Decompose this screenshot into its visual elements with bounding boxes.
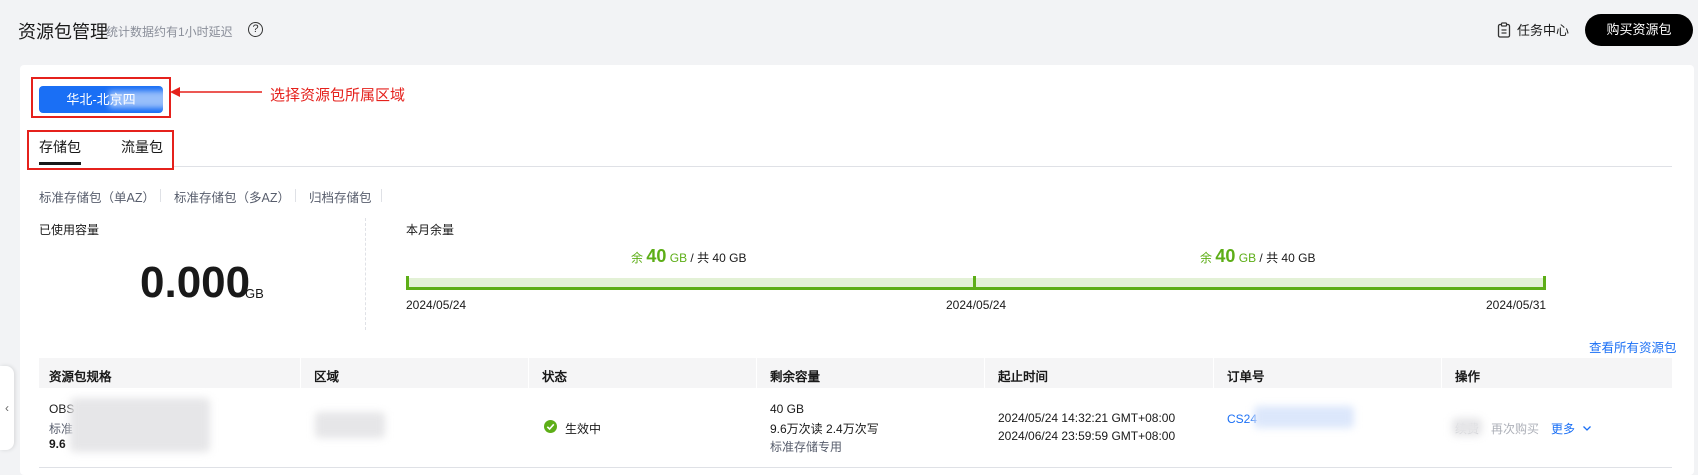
column-separator xyxy=(756,358,757,388)
period-end: 2024/06/24 23:59:59 GMT+08:00 xyxy=(998,429,1176,443)
table-header xyxy=(39,358,1672,388)
usage-divider xyxy=(365,218,366,330)
column-separator xyxy=(984,358,985,388)
column-header-region: 区域 xyxy=(314,370,340,384)
rebuy-action[interactable]: 再次购买 xyxy=(1491,420,1539,437)
used-capacity-label: 已使用容量 xyxy=(39,223,100,237)
tabs-divider xyxy=(174,166,1672,167)
top-bar: 资源包管理 统计数据约有1小时延迟 ? 任务中心 购买资源包 xyxy=(0,0,1698,62)
clipboard-icon xyxy=(1497,21,1511,38)
segment-remaining-2: 余 40 GB / 共 40 GB xyxy=(1200,246,1315,267)
remaining-capacity: 40 GB xyxy=(770,402,805,416)
remaining-value: 40 xyxy=(1215,246,1236,266)
remaining-unit: GB xyxy=(669,251,688,265)
monthly-remaining-label: 本月余量 xyxy=(406,223,455,237)
annotation-arrow-icon xyxy=(170,87,262,97)
help-icon[interactable]: ? xyxy=(248,22,263,37)
column-header-actions: 操作 xyxy=(1455,370,1481,384)
region-cell-blur-mask xyxy=(315,412,385,438)
region-select-button[interactable]: 华北-北京四 xyxy=(39,86,163,113)
renew-blur-mask xyxy=(1452,418,1482,436)
order-blur-mask xyxy=(1254,406,1354,428)
column-separator xyxy=(528,358,529,388)
used-capacity-value: 0.000 xyxy=(140,258,251,307)
task-center-link[interactable]: 任务中心 xyxy=(1497,20,1569,39)
page-title: 资源包管理 xyxy=(18,22,108,42)
used-capacity-unit: GB xyxy=(245,286,264,301)
subtab-separator xyxy=(160,189,161,202)
content-card xyxy=(20,65,1694,475)
remaining-requests: 9.6万次读 2.4万次写 xyxy=(770,422,879,436)
subtab-archive[interactable]: 归档存储包 xyxy=(309,187,372,206)
column-separator xyxy=(1213,358,1214,388)
column-header-spec: 资源包规格 xyxy=(49,370,112,384)
order-number-link[interactable]: CS24 xyxy=(1227,412,1257,426)
column-header-status: 状态 xyxy=(542,370,568,384)
chevron-left-icon: ‹ xyxy=(5,401,9,415)
buy-package-button[interactable]: 购买资源包 xyxy=(1585,14,1693,46)
remaining-value: 40 xyxy=(646,246,667,266)
more-actions-dropdown[interactable]: 更多 xyxy=(1551,420,1592,437)
remaining-unit: GB xyxy=(1238,251,1257,265)
remaining-prefix: 余 xyxy=(1200,251,1213,265)
table-row-divider xyxy=(39,467,1672,468)
spec-blur-mask xyxy=(70,398,210,452)
subtab-standard-multi-az[interactable]: 标准存储包（多AZ） xyxy=(174,187,290,206)
tab-traffic[interactable]: 流量包 xyxy=(121,137,163,157)
segment-remaining-1: 余 40 GB / 共 40 GB xyxy=(631,246,746,267)
remaining-bar-line xyxy=(407,287,1546,290)
column-header-remaining: 剩余容量 xyxy=(770,370,821,384)
date-middle: 2024/05/24 xyxy=(946,298,1007,312)
active-tab-indicator xyxy=(39,162,81,165)
remaining-total: / 共 40 GB xyxy=(1259,251,1316,265)
view-all-packages-link[interactable]: 查看所有资源包 xyxy=(1589,337,1677,356)
date-end: 2024/05/31 xyxy=(1486,298,1547,312)
tab-storage[interactable]: 存储包 xyxy=(39,137,81,157)
subtab-separator xyxy=(381,189,382,202)
page-subtitle: 统计数据约有1小时延迟 xyxy=(106,25,233,39)
remaining-total: / 共 40 GB xyxy=(690,251,747,265)
column-separator xyxy=(300,358,301,388)
subtab-separator xyxy=(295,189,296,202)
spec-line-3: 9.6 xyxy=(49,437,66,451)
bar-tick xyxy=(1543,276,1546,290)
task-center-label: 任务中心 xyxy=(1517,23,1570,38)
chevron-down-icon xyxy=(1583,426,1592,431)
bar-tick xyxy=(406,276,409,290)
region-blur-mask xyxy=(109,91,163,108)
remaining-prefix: 余 xyxy=(631,251,644,265)
status-text: 生效中 xyxy=(565,422,602,436)
column-separator xyxy=(1441,358,1442,388)
column-header-period: 起止时间 xyxy=(998,370,1049,384)
column-header-order: 订单号 xyxy=(1227,370,1265,384)
subtab-standard-single-az[interactable]: 标准存储包（单AZ） xyxy=(39,187,155,206)
annotation-text: 选择资源包所属区域 xyxy=(270,87,406,104)
period-start: 2024/05/24 14:32:21 GMT+08:00 xyxy=(998,411,1176,425)
bar-tick xyxy=(973,276,976,290)
more-actions-label: 更多 xyxy=(1551,422,1576,436)
collapse-sidebar-handle[interactable]: ‹ xyxy=(0,366,14,450)
date-start: 2024/05/24 xyxy=(406,298,467,312)
success-check-icon xyxy=(544,420,557,433)
remaining-note: 标准存储专用 xyxy=(770,440,843,454)
